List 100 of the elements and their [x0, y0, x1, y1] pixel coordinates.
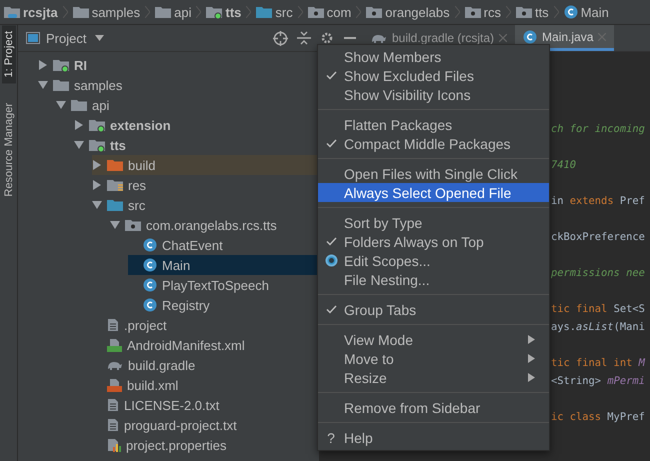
submenu-arrow-icon — [528, 373, 535, 382]
menu-item[interactable]: Always Select Opened File — [318, 183, 549, 202]
code-line: 7410 — [551, 158, 578, 173]
code-line: permissions nee — [551, 266, 646, 281]
tree-item[interactable]: src — [128, 198, 146, 212]
code-line: <String> mPermi — [551, 374, 646, 389]
menu-item[interactable]: Group Tabs — [318, 300, 549, 319]
crosshair-icon[interactable] — [273, 30, 288, 46]
menu-item[interactable]: Show Visibility Icons — [318, 85, 549, 104]
tree-item[interactable]: LICENSE-2.0.txt — [124, 398, 220, 412]
tree-item[interactable]: extension — [110, 118, 171, 132]
menu-item[interactable]: Edit Scopes... — [318, 251, 549, 270]
code-line: ays.asList(Mani — [551, 320, 646, 335]
folder-icon — [71, 98, 87, 112]
class-icon — [143, 258, 157, 272]
folder-icon — [107, 158, 123, 172]
menu-item[interactable]: Compact Middle Packages — [318, 134, 549, 153]
tree-item[interactable]: build.gradle — [128, 358, 196, 372]
tree-item[interactable]: proguard-project.txt — [124, 418, 237, 432]
folder-icon — [53, 58, 69, 72]
folder-icon — [206, 5, 222, 19]
folder-icon — [256, 5, 272, 19]
breadcrumb-item[interactable]: samples — [92, 4, 140, 20]
menu-item[interactable]: Show Excluded Files — [318, 66, 549, 85]
tree-item[interactable]: Main — [162, 258, 190, 272]
expanded-arrow-icon[interactable] — [74, 140, 84, 150]
chevron-icon — [454, 6, 460, 18]
tool-window-tab[interactable]: 1: Project — [2, 25, 16, 84]
package-icon — [516, 5, 532, 19]
menu-item[interactable]: File Nesting... — [318, 270, 549, 289]
expanded-arrow-icon[interactable] — [110, 220, 120, 230]
expanded-arrow-icon[interactable] — [38, 80, 48, 90]
breadcrumb-item[interactable]: rcsjta — [23, 4, 58, 20]
code-line: ic class MyPref — [551, 410, 646, 425]
chevron-icon — [356, 6, 362, 18]
folder-icon — [53, 78, 69, 92]
tree-item[interactable]: PlayTextToSpeech — [162, 278, 269, 292]
code-line: ckBoxPreference — [551, 230, 646, 245]
breadcrumb-item[interactable]: src — [275, 4, 293, 20]
editor-tab[interactable]: Main.java — [515, 25, 614, 51]
scope-icon — [324, 254, 338, 267]
class-icon — [143, 238, 157, 252]
tree-item[interactable]: build — [128, 158, 156, 172]
menu-item[interactable]: Move to — [318, 349, 549, 368]
settings-icon[interactable] — [320, 31, 334, 45]
tree-item[interactable]: build.xml — [127, 378, 178, 392]
class-icon — [143, 278, 157, 292]
breadcrumb-item[interactable]: tts — [225, 4, 242, 20]
submenu-arrow-icon — [528, 354, 535, 363]
collapsed-arrow-icon[interactable] — [74, 120, 84, 130]
expanded-arrow-icon[interactable] — [92, 200, 102, 210]
tree-item[interactable]: .project — [124, 318, 167, 332]
tree-item[interactable]: tts — [110, 138, 126, 152]
tree-item[interactable]: AndroidManifest.xml — [127, 338, 245, 352]
menu-item[interactable]: Folders Always on Top — [318, 232, 549, 251]
tree-item[interactable]: api — [92, 98, 110, 112]
menu-item[interactable]: Remove from Sidebar — [318, 398, 549, 417]
package-icon — [366, 5, 382, 19]
tree-item[interactable]: res — [128, 178, 146, 192]
breadcrumb-item[interactable]: Main — [580, 4, 609, 20]
breadcrumb-item[interactable]: orangelabs — [385, 4, 450, 20]
menu-item[interactable]: Sort by Type — [318, 213, 549, 232]
menu-item[interactable]: Open Files with Single Click — [318, 164, 549, 183]
package-icon — [308, 5, 324, 19]
tool-window-tab[interactable]: Resource Manager — [2, 97, 16, 204]
caret-icon[interactable] — [95, 35, 104, 41]
code-line: tic final Set<S — [551, 302, 646, 317]
package-icon — [464, 5, 481, 19]
collapsed-arrow-icon[interactable] — [38, 60, 48, 70]
breadcrumb-item[interactable]: com — [326, 4, 352, 20]
tree-item[interactable]: project.properties — [126, 438, 226, 452]
expanded-arrow-icon[interactable] — [56, 100, 66, 110]
tree-item[interactable]: Registry — [162, 298, 210, 312]
collapsed-arrow-icon[interactable] — [92, 160, 102, 170]
tree-item[interactable]: com.orangelabs.rcs.tts — [146, 218, 277, 232]
folder-icon — [89, 138, 105, 152]
menu-item[interactable]: Resize — [318, 368, 549, 387]
panel-title[interactable]: Project — [46, 30, 86, 46]
collapsed-arrow-icon[interactable] — [92, 180, 102, 190]
tree-item[interactable]: RI — [74, 58, 87, 72]
collapse-icon[interactable] — [297, 31, 311, 45]
code-line: in extends Pref — [551, 194, 646, 209]
code-line: tic final int M — [551, 356, 646, 371]
file-icon — [107, 398, 119, 412]
breadcrumb-item[interactable]: tts — [534, 4, 549, 20]
menu-item[interactable]: View Mode — [318, 330, 549, 349]
tree-item[interactable]: ChatEvent — [162, 238, 223, 252]
package-icon — [125, 218, 141, 232]
chevron-icon — [196, 6, 202, 18]
elephant-icon — [371, 32, 387, 44]
xml-file-icon — [107, 378, 122, 392]
folder-icon — [72, 5, 89, 19]
file-icon — [107, 418, 119, 432]
breadcrumb-item[interactable]: rcs — [484, 4, 501, 20]
menu-item[interactable]: Flatten Packages — [318, 115, 549, 134]
menu-item[interactable]: ? Help — [318, 428, 549, 447]
chevron-icon — [506, 6, 511, 18]
chevron-icon — [298, 6, 303, 18]
tree-item[interactable]: samples — [74, 78, 122, 92]
breadcrumb-item[interactable]: api — [174, 4, 192, 20]
